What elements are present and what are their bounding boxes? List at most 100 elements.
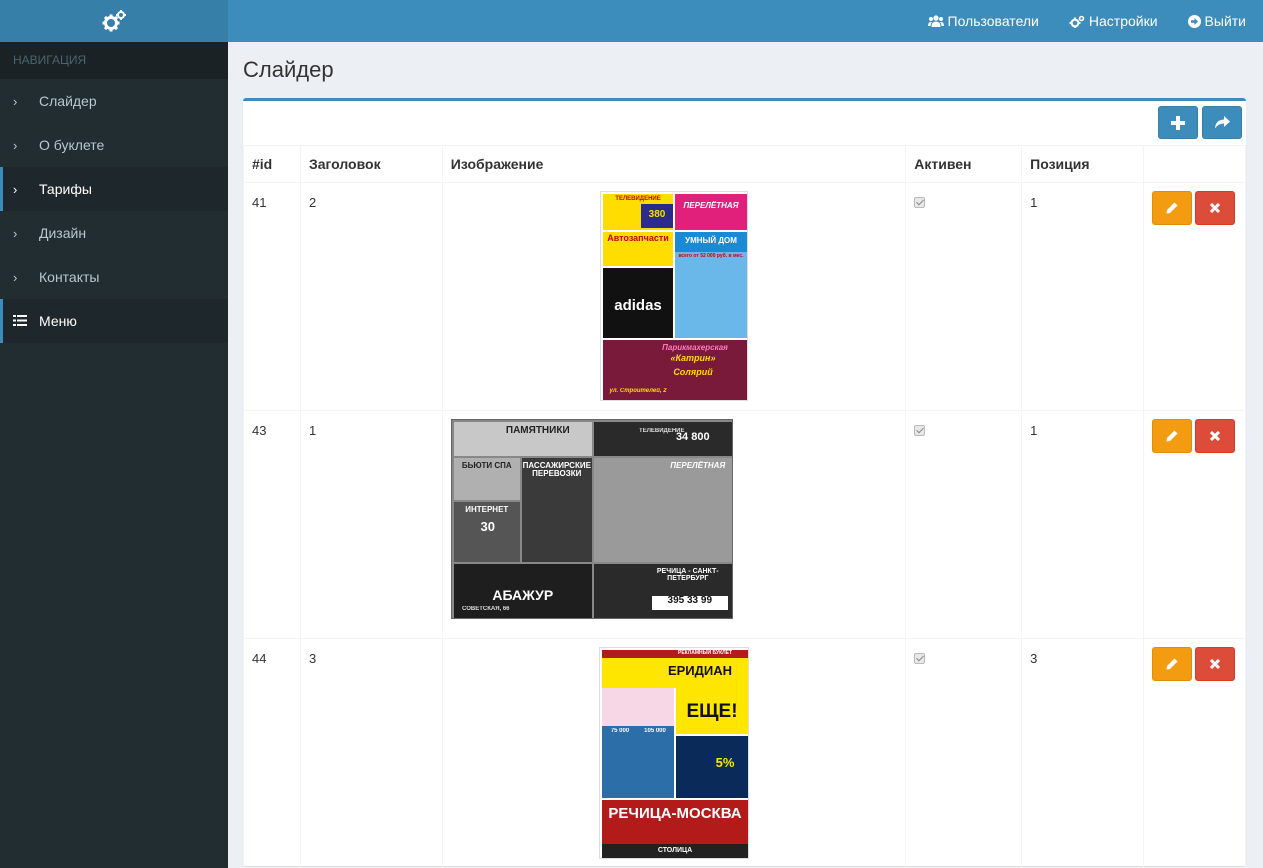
slider-box: #id Заголовок Изображение Активен Позици…	[243, 98, 1246, 868]
sidebar-item-label: О буклете	[39, 137, 105, 153]
pencil-icon	[1166, 430, 1178, 442]
chevron-right-icon: ›	[13, 269, 18, 285]
ad-tile: 30	[480, 520, 495, 534]
sidebar-item-label: Слайдер	[39, 93, 97, 109]
ad-tile: adidas	[603, 268, 674, 338]
slide-image: ПАМЯТНИКИ 34 800 ТЕЛЕВИДЕНИЕ БЬЮТИ СПА П…	[450, 419, 733, 619]
column-header-position[interactable]: Позиция	[1021, 145, 1144, 183]
brand-logo[interactable]	[0, 0, 228, 42]
cell-active	[905, 182, 1023, 411]
sidebar-item-tariffs[interactable]: › Тарифы	[0, 167, 228, 211]
ad-tile: 395 33 99	[651, 596, 728, 610]
slide-image: РЕКЛАМНЫЙ БУКЛЕТ ЕРИДИАН ЕЩЕ! 75 000 105…	[599, 647, 750, 859]
ad-tile: 380	[641, 204, 674, 228]
close-icon	[1210, 203, 1220, 213]
settings-link[interactable]: Настройки	[1069, 13, 1158, 29]
ad-tile: всего от 52 000 руб. в мес.	[675, 252, 748, 338]
delete-button[interactable]	[1195, 191, 1235, 225]
table-row: 41 2 ТЕЛЕВИДЕНИЕ 380 ПЕРЕЛЁТНАЯ Автозапч…	[243, 182, 1246, 411]
close-icon	[1210, 431, 1220, 441]
edit-button[interactable]	[1152, 419, 1192, 453]
cell-actions	[1143, 410, 1246, 639]
slide-image: ТЕЛЕВИДЕНИЕ 380 ПЕРЕЛЁТНАЯ Автозапчасти …	[600, 191, 749, 401]
sidebar-item-contacts[interactable]: › Контакты	[0, 255, 228, 299]
ad-tile: 5%	[676, 736, 749, 798]
cell-image: РЕКЛАМНЫЙ БУКЛЕТ ЕРИДИАН ЕЩЕ! 75 000 105…	[441, 638, 907, 868]
settings-label: Настройки	[1088, 13, 1158, 29]
edit-button[interactable]	[1152, 191, 1192, 225]
share-button[interactable]	[1202, 106, 1242, 139]
sidebar-item-menu[interactable]: Меню	[0, 299, 228, 343]
column-header-active[interactable]: Активен	[905, 145, 1023, 183]
add-button[interactable]	[1158, 106, 1198, 139]
table-header-row: #id Заголовок Изображение Активен Позици…	[243, 145, 1246, 183]
sidebar-item-slider[interactable]: › Слайдер	[0, 79, 228, 123]
pencil-icon	[1166, 202, 1178, 214]
cell-image: ПАМЯТНИКИ 34 800 ТЕЛЕВИДЕНИЕ БЬЮТИ СПА П…	[441, 410, 907, 639]
ad-tile: СТОЛИЦА	[602, 844, 749, 858]
edit-button[interactable]	[1152, 647, 1192, 681]
sidebar-item-about[interactable]: › О буклете	[0, 123, 228, 167]
column-header-image[interactable]: Изображение	[441, 145, 907, 183]
slider-table: #id Заголовок Изображение Активен Позици…	[243, 145, 1246, 868]
logout-label: Выйти	[1204, 13, 1246, 29]
users-link[interactable]: Пользователи	[927, 13, 1039, 29]
page-title: Слайдер	[243, 57, 334, 82]
sidebar-item-label: Меню	[39, 313, 77, 329]
cell-image: ТЕЛЕВИДЕНИЕ 380 ПЕРЕЛЁТНАЯ Автозапчасти …	[441, 182, 907, 411]
column-header-title[interactable]: Заголовок	[299, 145, 443, 183]
users-label: Пользователи	[947, 13, 1039, 29]
ad-tile: ПЕРЕЛЁТНАЯ	[593, 458, 732, 562]
ad-tile: ПЕРЕЛЁТНАЯ	[675, 194, 748, 230]
ad-tile: 75 000	[610, 728, 630, 734]
chevron-right-icon: ›	[13, 137, 18, 153]
ad-tile: Солярий	[673, 368, 713, 377]
ad-tile: РЕЧИЦА-МОСКВА	[602, 800, 749, 844]
cell-active	[905, 410, 1023, 639]
delete-button[interactable]	[1195, 647, 1235, 681]
cell-actions	[1143, 182, 1246, 411]
cell-position: 3	[1021, 638, 1144, 868]
cell-id: 44	[243, 638, 301, 868]
cell-id: 43	[243, 410, 301, 639]
ad-tile: СОВЕТСКАЯ, 66	[462, 606, 510, 612]
column-header-actions	[1143, 145, 1246, 183]
sidebar-item-design[interactable]: › Дизайн	[0, 211, 228, 255]
sidebar-item-label: Контакты	[39, 269, 100, 285]
cell-title: 3	[299, 638, 443, 868]
sign-out-circle-icon	[1187, 14, 1201, 28]
logout-link[interactable]: Выйти	[1187, 13, 1246, 29]
cell-id: 41	[243, 182, 301, 411]
active-checkbox[interactable]	[914, 653, 926, 664]
column-header-id[interactable]: #id	[243, 145, 301, 183]
cell-actions	[1143, 638, 1246, 868]
share-arrow-icon	[1215, 116, 1230, 129]
ad-tile: ПАМЯТНИКИ	[453, 422, 592, 456]
pencil-icon	[1166, 658, 1178, 670]
delete-button[interactable]	[1195, 419, 1235, 453]
table-row: 44 3 РЕКЛАМНЫЙ БУКЛЕТ ЕРИДИАН ЕЩЕ! 75 00…	[243, 638, 1246, 868]
cell-position: 1	[1021, 182, 1144, 411]
cell-title: 2	[299, 182, 443, 411]
gears-icon	[102, 10, 126, 32]
chevron-right-icon: ›	[13, 225, 18, 241]
chevron-right-icon: ›	[13, 181, 18, 197]
close-icon	[1210, 659, 1220, 669]
ad-tile: БЬЮТИ СПА	[453, 458, 520, 500]
ad-tile: «Катрин»	[670, 354, 716, 363]
chevron-right-icon: ›	[13, 93, 18, 109]
top-navbar: Пользователи Настройки Выйти	[0, 0, 1263, 42]
list-icon	[13, 314, 39, 329]
cell-title: 1	[299, 410, 443, 639]
ad-tile: 105 000	[644, 728, 666, 734]
settings-gears-icon	[1069, 15, 1085, 28]
active-checkbox[interactable]	[914, 425, 926, 436]
ad-tile: ЕЩЕ!	[676, 688, 749, 734]
ad-tile: ЕРИДИАН	[602, 658, 749, 688]
cell-active	[905, 638, 1023, 868]
table-row: 43 1 ПАМЯТНИКИ 34 800 ТЕЛЕВИДЕНИЕ БЬЮТИ …	[243, 410, 1246, 639]
plus-icon	[1171, 115, 1185, 130]
active-checkbox[interactable]	[914, 197, 926, 208]
ad-tile: ПАССАЖИРСКИЕ ПЕРЕВОЗКИ	[521, 458, 592, 562]
ad-tile: ТЕЛЕВИДЕНИЕ	[639, 428, 685, 434]
